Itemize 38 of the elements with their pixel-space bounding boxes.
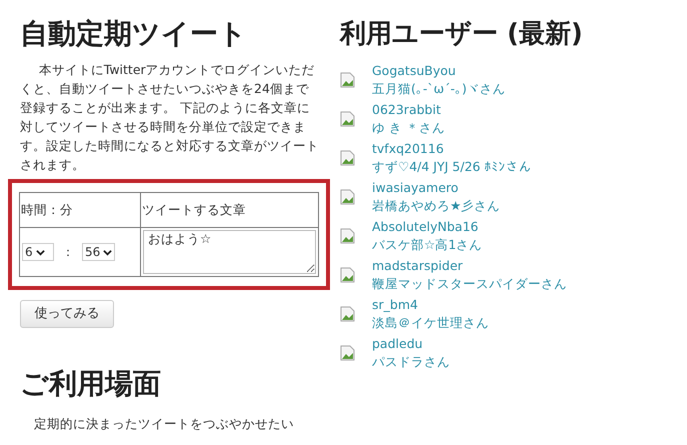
user-name-link[interactable]: すず♡4/4 JYJ 5/26 ﾎﾐﾝさん [372,158,532,176]
broken-image-icon [340,345,356,361]
user-name-link[interactable]: 鞭屋マッドスタースパイダーさん [372,275,567,293]
user-name-link[interactable]: ゆ き ＊さん [372,119,445,137]
broken-image-icon [340,111,356,127]
broken-image-icon [340,306,356,322]
broken-image-icon [340,267,356,283]
try-button[interactable]: 使ってみる [20,300,114,328]
user-link[interactable]: AbsolutelyNba16 [372,218,482,236]
user-link[interactable]: 0623rabbit [372,101,445,119]
time-separator: ： [62,244,74,261]
user-link[interactable]: GogatsuByou [372,62,506,80]
chevron-down-icon [36,248,45,256]
broken-image-icon [340,189,356,205]
time-select[interactable]: 6 [22,243,54,261]
user-link[interactable]: sr_bm4 [372,296,489,314]
tweet-textarea[interactable]: おはよう☆ [143,230,316,274]
column-header: 時間：分 [20,192,140,228]
user-name-link[interactable]: 岩橋あやめろ★彡さん [372,197,500,215]
chevron-down-icon [103,248,112,256]
usage-paragraph: 定期的に決まったツイートをつぶやかせたい [34,415,295,433]
page-heading: 自動定期ツイート [20,16,248,52]
time-select[interactable]: 56 [82,243,116,261]
user-name-link[interactable]: バスケ部☆高1さん [372,236,482,254]
sidebar-heading: 利用ユーザー (最新) [340,18,583,51]
intro-paragraph: 本サイトにTwitterアカウントでログインいただくと、自動ツイートさせたいつぶやきを24個まで登録することが出来ます。 下記のように各文章に対してツイートさせる時間を分単位で設定できます。設定した時間になると対応する文章がツイートされます。 [20,61,320,174]
broken-image-icon [340,150,356,166]
user-name-link[interactable]: パスドラさん [372,353,450,371]
user-link[interactable]: madstarspider [372,257,567,275]
broken-image-icon [340,228,356,244]
section-heading: ご利用場面 [20,366,162,402]
user-name-link[interactable]: 五月猫(｡-`ω´-｡)ヾさん [372,80,506,98]
user-link[interactable]: iwasiayamero [372,179,500,197]
user-link[interactable]: tvfxq20116 [372,140,532,158]
user-link[interactable]: padledu [372,335,450,353]
user-name-link[interactable]: 淡島＠イケ世理さん [372,314,489,332]
broken-image-icon [340,72,356,88]
column-header: ツイートする文章 [140,192,318,228]
